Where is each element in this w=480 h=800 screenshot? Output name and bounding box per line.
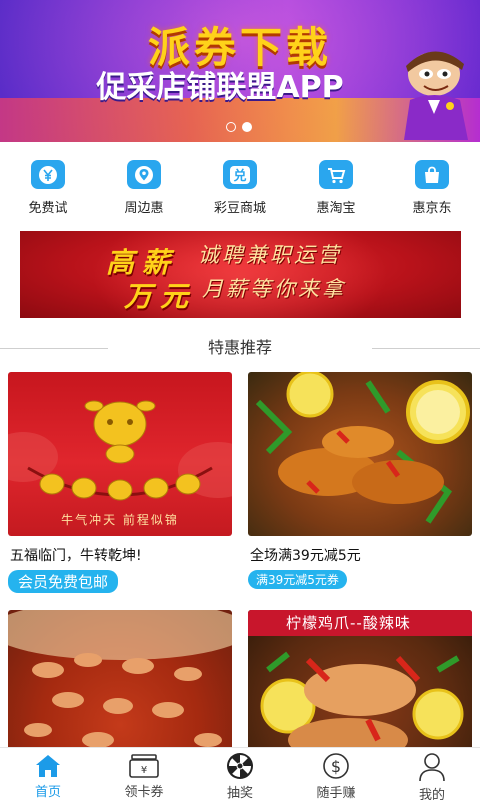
tab-label: 随手赚 bbox=[316, 786, 356, 800]
tab-home[interactable]: 首页 bbox=[0, 748, 96, 800]
quick-nav-jd[interactable]: 惠京东 bbox=[384, 160, 480, 216]
yen-icon bbox=[31, 160, 65, 189]
tab-mine[interactable]: 我的 bbox=[384, 748, 480, 800]
chicken-feet-illustration bbox=[255, 372, 470, 524]
quick-nav-label: 惠淘宝 bbox=[316, 201, 356, 216]
recruit-banner[interactable]: 高薪 万元 诚聘兼职运营 月薪等你来拿 bbox=[20, 231, 461, 318]
product-card[interactable]: 牛气冲天 前程似锦 五福临门，牛转乾坤! 会员免费包邮 bbox=[8, 372, 232, 593]
quick-nav-label: 免费试 bbox=[28, 201, 68, 216]
section-header: 特惠推荐 bbox=[0, 337, 480, 359]
banner-subline: 促采店铺联盟APP bbox=[96, 70, 344, 105]
mascot-illustration bbox=[404, 51, 468, 140]
svg-text:¥: ¥ bbox=[141, 765, 147, 776]
carousel-dot-active[interactable] bbox=[242, 122, 252, 132]
home-icon bbox=[32, 752, 64, 779]
recruit-highlight-bottom: 万元 bbox=[124, 280, 197, 313]
card-coupon-icon: ¥ bbox=[128, 752, 160, 779]
lottery-wheel-icon bbox=[224, 752, 256, 780]
product-image-caption: 柠檬鸡爪--酸辣味 bbox=[248, 610, 472, 636]
product-grid: 牛气冲天 前程似锦 五福临门，牛转乾坤! 会员免费包邮 全场满39元减5元 满3… bbox=[0, 372, 480, 747]
promo-banner[interactable]: 派券下载 促采店铺联盟APP bbox=[0, 0, 480, 142]
product-tag: 满39元减5元券 bbox=[248, 570, 347, 589]
carousel-indicator bbox=[226, 122, 252, 132]
product-title: 全场满39元减5元 bbox=[250, 548, 361, 564]
quick-nav-label: 惠京东 bbox=[412, 201, 452, 216]
svg-text:$: $ bbox=[331, 757, 341, 776]
product-card[interactable] bbox=[8, 610, 232, 747]
quick-nav-free-trial[interactable]: 免费试 bbox=[0, 160, 96, 216]
quick-nav-taobao[interactable]: 惠淘宝 bbox=[288, 160, 384, 216]
tab-lottery[interactable]: 抽奖 bbox=[192, 748, 288, 800]
quick-nav: 免费试 周边惠 兑 彩豆商城 惠淘宝 惠京东 bbox=[0, 160, 480, 216]
quick-nav-bean-mall[interactable]: 兑 彩豆商城 bbox=[192, 160, 288, 216]
recruit-line-2: 月薪等你来拿 bbox=[202, 277, 346, 301]
section-title: 特惠推荐 bbox=[207, 338, 272, 357]
tab-label: 领卡券 bbox=[124, 785, 164, 800]
fried-food-illustration bbox=[8, 610, 232, 747]
tab-label: 抽奖 bbox=[226, 786, 253, 800]
product-tag: 会员免费包邮 bbox=[8, 570, 119, 593]
product-card[interactable]: 全场满39元减5元 满39元减5元券 bbox=[248, 372, 472, 589]
quick-nav-nearby[interactable]: 周边惠 bbox=[96, 160, 192, 216]
bottom-tab-bar: 首页 ¥ 领卡券 抽奖 $ 随手赚 我的 bbox=[0, 747, 480, 800]
product-image bbox=[8, 610, 232, 747]
quick-nav-label: 彩豆商城 bbox=[213, 201, 266, 216]
carousel-dot[interactable] bbox=[226, 122, 236, 132]
recruit-line-1: 诚聘兼职运营 bbox=[198, 243, 342, 267]
tab-earn[interactable]: $ 随手赚 bbox=[288, 748, 384, 800]
tab-coupons[interactable]: ¥ 领卡券 bbox=[96, 748, 192, 800]
tab-label: 首页 bbox=[34, 785, 61, 800]
tab-label: 我的 bbox=[418, 788, 445, 800]
product-card[interactable]: 柠檬鸡爪--酸辣味 bbox=[248, 610, 472, 747]
bag-icon bbox=[415, 160, 449, 189]
svg-text:兑: 兑 bbox=[233, 168, 246, 184]
quick-nav-label: 周边惠 bbox=[124, 201, 164, 216]
product-image bbox=[248, 372, 472, 536]
dollar-icon: $ bbox=[320, 752, 352, 780]
product-image: 柠檬鸡爪--酸辣味 bbox=[248, 610, 472, 747]
location-icon bbox=[127, 160, 161, 189]
user-icon bbox=[416, 752, 448, 782]
product-image-caption: 牛气冲天 前程似锦 bbox=[61, 513, 179, 527]
cart-icon bbox=[319, 160, 353, 189]
product-image: 牛气冲天 前程似锦 bbox=[8, 372, 232, 536]
exchange-icon: 兑 bbox=[223, 160, 257, 189]
product-title: 五福临门，牛转乾坤! bbox=[10, 548, 142, 564]
